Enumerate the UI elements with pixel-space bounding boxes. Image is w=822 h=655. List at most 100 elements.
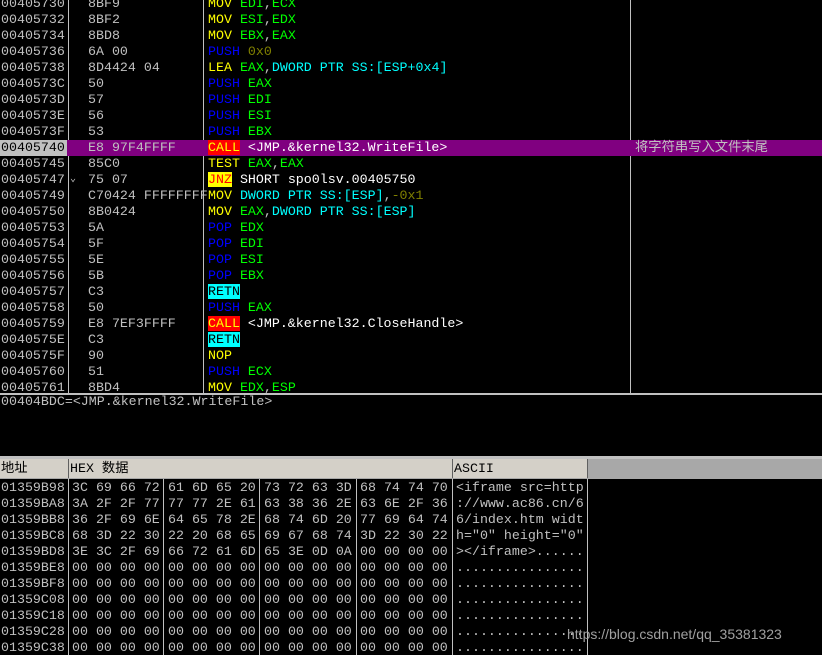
- dump-row[interactable]: 01359C18 00 00 00 00 00 00 00 00 00 00 00 0…: [0, 608, 822, 624]
- dump-row[interactable]: 01359BF8 00 00 00 00 00 00 00 00 00 00 00 0…: [0, 576, 822, 592]
- hex-group: 00 00 00 00: [360, 576, 448, 591]
- hex-bytes: 57: [88, 92, 104, 107]
- operand: EDI: [239, 236, 264, 251]
- address: 00405757: [1, 284, 65, 299]
- mnemonic: PUSH: [208, 300, 240, 315]
- mnemonic: POP: [208, 236, 232, 251]
- disasm-row[interactable]: 0040573F 53 PUSH EBX: [0, 124, 822, 140]
- disasm-row[interactable]: 0040573C 50 PUSH EAX: [0, 76, 822, 92]
- hex-bytes: 90: [88, 348, 104, 363]
- operand: EDI: [247, 92, 272, 107]
- address: 00405760: [1, 364, 65, 379]
- disasm-row[interactable]: 00405757 C3 RETN: [0, 284, 822, 300]
- dump-row[interactable]: 01359BE8 00 00 00 00 00 00 00 00 00 00 00 0…: [0, 560, 822, 576]
- address: 01359BF8: [1, 576, 65, 591]
- operand: <JMP.&kernel32.CloseHandle>: [247, 316, 464, 331]
- ascii: ................: [456, 576, 584, 591]
- hex-group: 00 00 00 00: [168, 576, 256, 591]
- operand: EAX: [239, 204, 264, 219]
- disasm-row[interactable]: 00405736 6A 00 PUSH 0x0: [0, 44, 822, 60]
- address: 01359C28: [1, 624, 65, 639]
- disasm-row[interactable]: 00405754 5F POP EDI: [0, 236, 822, 252]
- disasm-row[interactable]: 0040573E 56 PUSH ESI: [0, 108, 822, 124]
- operand: EAX: [239, 60, 264, 75]
- disasm-row[interactable]: 00405750 8B0424 MOV EAX,DWORD PTR SS:[ESP]: [0, 204, 822, 220]
- operand: ESI: [239, 252, 264, 267]
- mnemonic: POP: [208, 268, 232, 283]
- header-address[interactable]: 地址: [0, 459, 69, 478]
- operand: ,: [271, 156, 280, 171]
- address: 00405749: [1, 188, 65, 203]
- hex-group: 00 00 00 00: [72, 640, 160, 655]
- address: 01359BA8: [1, 496, 65, 511]
- instruction: MOV ESI,EDX: [208, 12, 296, 28]
- instruction: TEST EAX,EAX: [208, 156, 304, 172]
- hex-bytes: C3: [88, 332, 104, 347]
- ascii: h="0" height="0": [456, 528, 584, 543]
- operand: EBX: [239, 28, 264, 43]
- instruction: MOV EDI,ECX: [208, 0, 296, 12]
- disasm-row[interactable]: 00405753 5A POP EDX: [0, 220, 822, 236]
- disasm-row[interactable]: 00405756 5B POP EBX: [0, 268, 822, 284]
- disasm-row[interactable]: 00405761 8BD4 MOV EDX,ESP: [0, 380, 822, 393]
- operand: <JMP.&kernel32.WriteFile>: [247, 140, 448, 155]
- hex-group: 65 3E 0D 0A: [264, 544, 352, 559]
- disasm-row[interactable]: 0040575F 90 NOP: [0, 348, 822, 364]
- disasm-row[interactable]: 00405759 E8 7EF3FFFF CALL <JMP.&kernel32.C…: [0, 316, 822, 332]
- address: 00405747: [1, 172, 65, 187]
- operand: DWORD PTR SS:[ESP]: [271, 204, 416, 219]
- address: 00405753: [1, 220, 65, 235]
- dump-row[interactable]: 01359B98 3C 69 66 72 61 6D 65 20 73 72 63 3…: [0, 480, 822, 496]
- disasm-row[interactable]: 00405740 E8 97F4FFFF CALL <JMP.&kernel32.W…: [0, 140, 822, 156]
- disasm-row[interactable]: 00405758 50 PUSH EAX: [0, 300, 822, 316]
- dump-row[interactable]: 01359C38 00 00 00 00 00 00 00 00 00 00 00 0…: [0, 640, 822, 655]
- disasm-row[interactable]: 00405734 8BD8 MOV EBX,EAX: [0, 28, 822, 44]
- address: 00405732: [1, 12, 65, 27]
- header-hex[interactable]: HEX 数据: [69, 459, 453, 478]
- instruction: POP ESI: [208, 252, 264, 268]
- hex-group: 00 00 00 00: [168, 608, 256, 623]
- disasm-row[interactable]: 00405760 51 PUSH ECX: [0, 364, 822, 380]
- dump-row[interactable]: 01359BC8 68 3D 22 30 22 20 68 65 69 67 68 7…: [0, 528, 822, 544]
- hex-group: 3A 2F 2F 77: [72, 496, 160, 511]
- disasm-row[interactable]: 0040573D 57 PUSH EDI: [0, 92, 822, 108]
- operand: -0x1: [391, 188, 424, 203]
- address: 00405754: [1, 236, 65, 251]
- hex-bytes: 56: [88, 108, 104, 123]
- hex-group: 68 74 74 70: [360, 480, 448, 495]
- disassembly-pane[interactable]: 00405730 8BF9 MOV EDI,ECX 00405732 8BF2 MOV E…: [0, 0, 822, 393]
- mnemonic: CALL: [208, 140, 240, 155]
- dump-row[interactable]: 01359BD8 3E 3C 2F 69 66 72 61 6D 65 3E 0D 0…: [0, 544, 822, 560]
- mnemonic: MOV: [208, 204, 232, 219]
- hex-group: 22 20 68 65: [168, 528, 256, 543]
- instruction: PUSH EDI: [208, 92, 272, 108]
- disasm-row[interactable]: 00405755 5E POP ESI: [0, 252, 822, 268]
- instruction: POP EDX: [208, 220, 264, 236]
- hex-group: 68 74 6D 20: [264, 512, 352, 527]
- header-ascii[interactable]: ASCII: [453, 459, 588, 478]
- dump-row[interactable]: 01359BB8 36 2F 69 6E 64 65 78 2E 68 74 6D 2…: [0, 512, 822, 528]
- dump-row[interactable]: 01359BA8 3A 2F 2F 77 77 77 2E 61 63 38 36 2…: [0, 496, 822, 512]
- operand: EAX: [271, 28, 296, 43]
- disasm-row[interactable]: 00405747 ⌄ 75 07 JNZ SHORT spo0lsv.00405750: [0, 172, 822, 188]
- disasm-row[interactable]: 0040575E C3 RETN: [0, 332, 822, 348]
- hex-bytes: 8BD8: [88, 28, 120, 43]
- dump-row[interactable]: 01359C08 00 00 00 00 00 00 00 00 00 00 00 0…: [0, 592, 822, 608]
- disasm-row[interactable]: 00405732 8BF2 MOV ESI,EDX: [0, 12, 822, 28]
- operand: ,: [263, 28, 272, 43]
- hex-bytes: 5B: [88, 268, 104, 283]
- mnemonic: PUSH: [208, 108, 240, 123]
- hex-group: 00 00 00 00: [264, 576, 352, 591]
- disasm-row[interactable]: 00405738 8D4424 04 LEA EAX,DWORD PTR SS:[E…: [0, 60, 822, 76]
- hex-group: 64 65 78 2E: [168, 512, 256, 527]
- hex-group: 00 00 00 00: [360, 544, 448, 559]
- disasm-row[interactable]: 00405745 85C0 TEST EAX,EAX: [0, 156, 822, 172]
- address: 01359C18: [1, 608, 65, 623]
- disasm-row[interactable]: 00405749 C70424 FFFFFFFF MOV DWORD PTR SS:…: [0, 188, 822, 204]
- instruction: PUSH ECX: [208, 364, 272, 380]
- address: 0040573C: [1, 76, 65, 91]
- disasm-row[interactable]: 00405730 8BF9 MOV EDI,ECX: [0, 0, 822, 12]
- operand: ECX: [247, 364, 272, 379]
- instruction: MOV EAX,DWORD PTR SS:[ESP]: [208, 204, 416, 220]
- instruction: MOV EDX,ESP: [208, 380, 296, 393]
